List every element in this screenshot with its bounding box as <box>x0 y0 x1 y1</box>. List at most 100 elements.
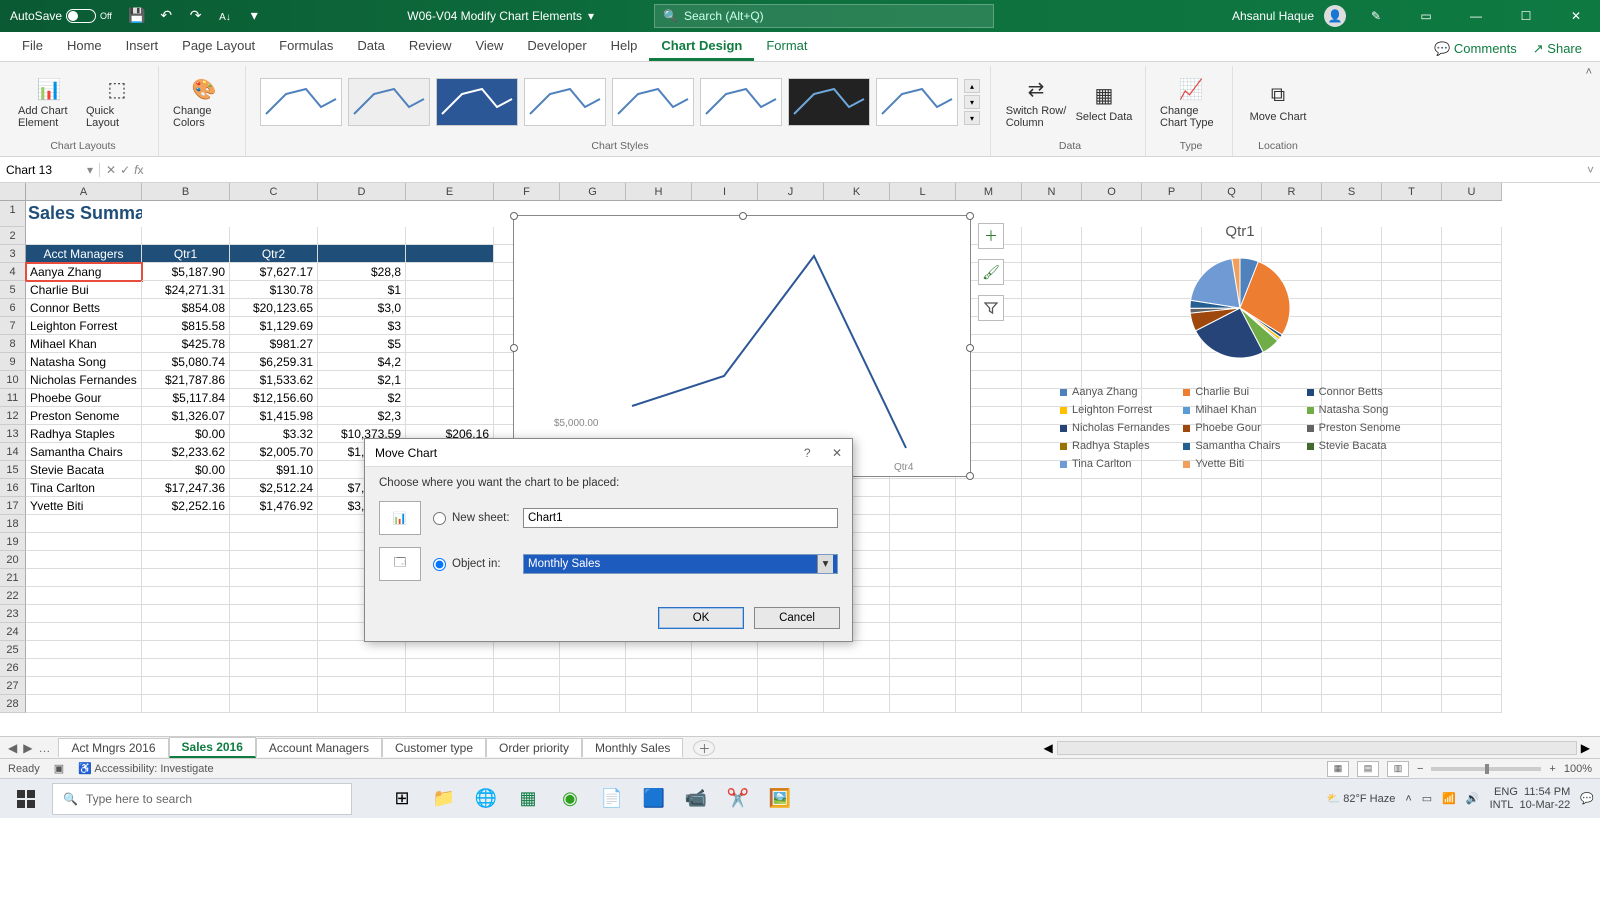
cell[interactable] <box>1442 533 1502 551</box>
cell[interactable] <box>758 695 824 713</box>
add-sheet-button[interactable]: ＋ <box>693 740 715 756</box>
chart-style-6[interactable] <box>700 78 782 126</box>
cell[interactable] <box>1262 677 1322 695</box>
cell[interactable] <box>890 551 956 569</box>
cell[interactable] <box>406 335 494 353</box>
user-avatar-icon[interactable]: 👤 <box>1324 5 1346 27</box>
column-header[interactable]: I <box>692 183 758 200</box>
chevron-down-icon[interactable]: ▾ <box>817 555 833 573</box>
view-page-layout-icon[interactable]: ▤ <box>1357 761 1379 777</box>
cell[interactable] <box>1322 641 1382 659</box>
cell[interactable] <box>230 227 318 245</box>
tab-view[interactable]: View <box>463 32 515 61</box>
cell[interactable] <box>1382 641 1442 659</box>
cell[interactable] <box>1142 569 1202 587</box>
gallery-more-icon[interactable]: ▾ <box>964 111 980 125</box>
cell[interactable] <box>318 695 406 713</box>
cell[interactable] <box>890 479 956 497</box>
cell[interactable] <box>406 407 494 425</box>
collapse-ribbon-icon[interactable]: ˄ <box>1586 66 1592 78</box>
cell[interactable]: Phoebe Gour <box>26 389 142 407</box>
fx-icon[interactable]: fx <box>134 163 143 177</box>
start-button[interactable] <box>6 782 46 816</box>
cell[interactable] <box>890 497 956 515</box>
cell[interactable]: $3 <box>318 317 406 335</box>
cell[interactable] <box>1142 677 1202 695</box>
cell[interactable] <box>494 695 560 713</box>
cell[interactable] <box>26 569 142 587</box>
zoom-percent[interactable]: 100% <box>1564 763 1592 775</box>
cell[interactable]: $2,3 <box>318 407 406 425</box>
cell[interactable] <box>1262 479 1322 497</box>
cell[interactable] <box>890 533 956 551</box>
cell[interactable] <box>230 677 318 695</box>
cell[interactable] <box>890 587 956 605</box>
cell[interactable] <box>1262 569 1322 587</box>
cell[interactable] <box>26 677 142 695</box>
cell[interactable] <box>1382 479 1442 497</box>
close-icon[interactable]: ✕ <box>1556 0 1596 32</box>
sheet-tab[interactable]: Sales 2016 <box>169 737 256 758</box>
cell[interactable] <box>1442 605 1502 623</box>
cell[interactable]: Samantha Chairs <box>26 443 142 461</box>
cell[interactable]: $2,512.24 <box>230 479 318 497</box>
cell[interactable]: $91.10 <box>230 461 318 479</box>
column-header[interactable]: A <box>26 183 142 200</box>
column-header[interactable]: J <box>758 183 824 200</box>
cancel-formula-icon[interactable]: ✕ <box>106 163 116 177</box>
cell[interactable]: $5,080.74 <box>142 353 230 371</box>
cell[interactable] <box>1082 497 1142 515</box>
tab-insert[interactable]: Insert <box>114 32 171 61</box>
cell[interactable]: Yvette Biti <box>26 497 142 515</box>
cell[interactable] <box>626 659 692 677</box>
cell[interactable] <box>1082 551 1142 569</box>
cell[interactable] <box>230 659 318 677</box>
tab-review[interactable]: Review <box>397 32 464 61</box>
excel-icon[interactable]: ▦ <box>510 782 546 816</box>
radio-new-sheet[interactable]: New sheet: <box>433 512 511 525</box>
cell[interactable]: Qtr2 <box>230 245 318 263</box>
minimize-icon[interactable]: — <box>1456 0 1496 32</box>
cell[interactable] <box>824 677 890 695</box>
column-header[interactable]: N <box>1022 183 1082 200</box>
cell[interactable] <box>1142 479 1202 497</box>
cell[interactable] <box>1442 659 1502 677</box>
cell[interactable] <box>956 623 1022 641</box>
row-header[interactable]: 25 <box>0 641 26 659</box>
cell[interactable] <box>142 227 230 245</box>
cell[interactable] <box>956 569 1022 587</box>
switch-row-column-button[interactable]: ⇄Switch Row/ Column <box>1005 75 1067 129</box>
row-header[interactable]: 23 <box>0 605 26 623</box>
column-header[interactable]: D <box>318 183 406 200</box>
zoom-out-icon[interactable]: − <box>1417 763 1423 775</box>
sheet-tab[interactable]: Monthly Sales <box>582 738 683 757</box>
macro-record-icon[interactable]: ▣ <box>54 762 64 775</box>
cell[interactable] <box>1082 479 1142 497</box>
maximize-icon[interactable]: ☐ <box>1506 0 1546 32</box>
quick-layout-button[interactable]: ⬚Quick Layout <box>86 75 148 129</box>
cell[interactable] <box>1082 623 1142 641</box>
new-sheet-name-input[interactable] <box>523 508 838 528</box>
cell[interactable] <box>1082 677 1142 695</box>
cell[interactable] <box>1202 497 1262 515</box>
cell[interactable] <box>1022 605 1082 623</box>
row-header[interactable]: 9 <box>0 353 26 371</box>
cell[interactable]: Sales Summary 2016 <box>26 201 142 227</box>
column-header[interactable]: R <box>1262 183 1322 200</box>
row-header[interactable]: 15 <box>0 461 26 479</box>
cell[interactable] <box>890 677 956 695</box>
cell[interactable] <box>1022 569 1082 587</box>
sheet-tab[interactable]: Order priority <box>486 738 582 757</box>
cell[interactable] <box>142 677 230 695</box>
cell[interactable]: $17,247.36 <box>142 479 230 497</box>
enter-formula-icon[interactable]: ✓ <box>120 163 130 177</box>
cell[interactable]: Aanya Zhang <box>26 263 142 281</box>
cell[interactable] <box>1022 641 1082 659</box>
cell[interactable] <box>406 641 494 659</box>
cell[interactable] <box>230 515 318 533</box>
cell[interactable]: $0.00 <box>142 461 230 479</box>
cell[interactable] <box>26 587 142 605</box>
ribbon-mode-icon[interactable]: ✎ <box>1356 0 1396 32</box>
cell[interactable] <box>1022 479 1082 497</box>
column-header[interactable]: F <box>494 183 560 200</box>
